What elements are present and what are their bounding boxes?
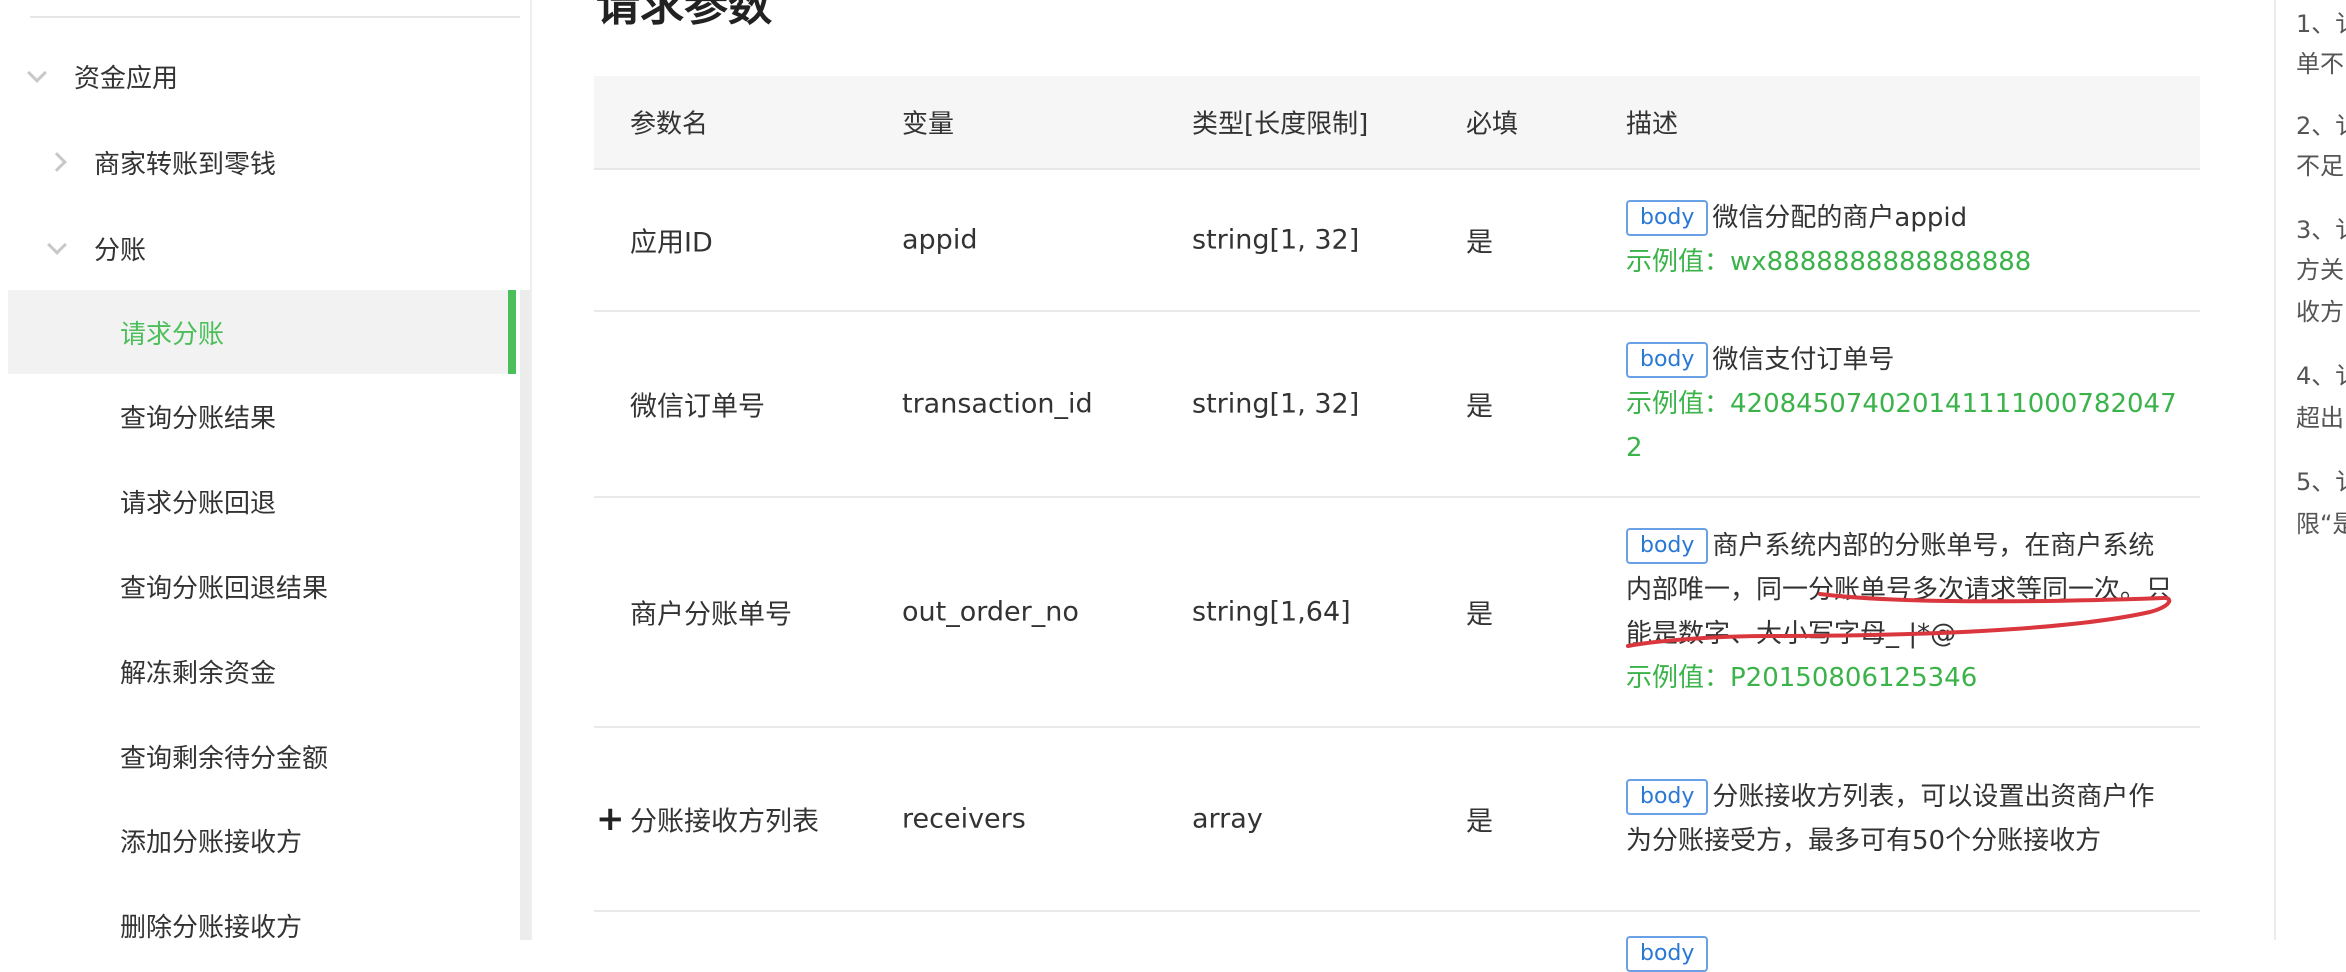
sidebar-active-highlight [8, 290, 516, 374]
note-line: 收方 [2296, 298, 2344, 326]
table-row: + 分账接收方列表 receivers array 是 body 分账接收方列表，… [594, 728, 2200, 912]
sidebar-item-query-remaining-amount[interactable]: 查询剩余待分金额 [120, 714, 328, 798]
param-description: body 分账接收方列表，可以设置出资商户作为分账接受方，最多可有50个分账接收方 [1626, 775, 2178, 863]
sidebar-item-label: 查询分账回退结果 [120, 573, 329, 604]
chevron-down-icon [47, 235, 67, 255]
body-badge: body [1626, 342, 1709, 378]
example-value: 示例值：4208450740201411110007820472 [1626, 389, 2177, 463]
param-name: 分账接收方列表 [630, 806, 819, 838]
column-header-variable: 变量 [902, 109, 955, 140]
note-line: 不足 [2296, 152, 2344, 180]
sidebar-item-label: 请求分账 [120, 319, 225, 350]
body-badge: body [1626, 200, 1709, 236]
example-value: 示例值：P20150806125346 [1626, 663, 1978, 693]
sidebar-item-unfreeze-funds[interactable]: 解冻剩余资金 [120, 629, 276, 713]
sidebar-item-profit-sharing[interactable]: 分账 [47, 206, 147, 290]
right-rail-divider [2274, 0, 2276, 940]
param-description: body 微信分配的商户appid 示例值：wx8888888888888888 [1626, 196, 2178, 284]
param-name: 应用ID [630, 227, 713, 259]
note-line: 方关 [2296, 256, 2344, 284]
note-line: 2、讠 [2296, 112, 2346, 140]
expand-plus-icon[interactable]: + [596, 799, 625, 839]
example-value: 示例值：wx8888888888888888 [1626, 247, 2032, 277]
sidebar-item-fund-apps[interactable]: 资金应用 [27, 34, 179, 118]
param-type: string[1, 32] [1192, 224, 1360, 256]
param-variable: receivers [902, 803, 1026, 835]
sidebar-item-label: 删除分账接收方 [120, 912, 303, 943]
params-table: 参数名 变量 类型[长度限制] 必填 描述 应用ID appid string[… [594, 76, 2200, 972]
param-description: body 商户系统内部的分账单号，在商户系统内部唯一，同一分账单号多次请求等同一次… [1626, 524, 2178, 700]
note-line: 超出 [2296, 404, 2344, 432]
body-badge: body [1626, 936, 1709, 972]
param-type: string[1, 32] [1192, 388, 1360, 420]
sidebar-item-query-split-result[interactable]: 查询分账结果 [120, 374, 276, 458]
chevron-right-icon [47, 152, 67, 172]
note-line: 5、讠 [2296, 468, 2346, 496]
column-header-description: 描述 [1626, 109, 1679, 140]
body-badge: body [1626, 779, 1709, 815]
description-text: 微信支付订单号 [1712, 345, 1895, 375]
param-description: body 微信支付订单号 示例值：420845074020141111000782… [1626, 338, 2178, 470]
column-header-required: 必填 [1466, 109, 1519, 140]
page-title: 请求参数 [596, 0, 772, 31]
param-required: 是 [1466, 806, 1493, 838]
param-name: 商户分账单号 [630, 599, 792, 631]
sidebar-divider [30, 16, 520, 18]
table-row: 应用ID appid string[1, 32] 是 body 微信分配的商户ap… [594, 170, 2200, 312]
table-row: body [594, 912, 2200, 972]
sidebar-item-query-return-result[interactable]: 查询分账回退结果 [120, 544, 328, 628]
body-badge: body [1626, 528, 1709, 564]
table-row: 微信订单号 transaction_id string[1, 32] 是 bod… [594, 312, 2200, 498]
param-variable: appid [902, 224, 978, 256]
sidebar-item-label: 解冻剩余资金 [120, 658, 277, 689]
note-line: 限“是 [2296, 510, 2346, 538]
sidebar-item-label: 添加分账接收方 [120, 827, 303, 858]
param-variable: transaction_id [902, 388, 1093, 420]
column-header-type: 类型[长度限制] [1192, 109, 1369, 140]
param-type: array [1192, 803, 1263, 835]
chevron-down-icon [27, 63, 47, 83]
note-line: 1、讠 [2296, 10, 2346, 38]
sidebar-border [530, 0, 532, 940]
sidebar-scrollbar[interactable] [520, 290, 530, 940]
sidebar-active-indicator [508, 290, 516, 374]
note-line: 3、讠 [2296, 216, 2346, 244]
sidebar-item-delete-receiver[interactable]: 删除分账接收方 [120, 883, 302, 967]
note-line: 4、讠 [2296, 362, 2346, 390]
sidebar-item-label: 查询剩余待分金额 [120, 743, 329, 774]
description-text: 微信分配的商户appid [1712, 203, 1968, 233]
param-required: 是 [1466, 227, 1493, 259]
param-required: 是 [1466, 599, 1493, 631]
sidebar-item-request-split-return[interactable]: 请求分账回退 [120, 459, 276, 543]
param-variable: out_order_no [902, 596, 1079, 628]
note-line: 单不 [2296, 50, 2344, 78]
param-required: 是 [1466, 391, 1493, 423]
sidebar-item-label: 请求分账回退 [120, 488, 277, 519]
table-header: 参数名 变量 类型[长度限制] 必填 描述 [594, 76, 2200, 170]
column-header-name: 参数名 [630, 109, 709, 140]
sidebar-item-label: 商家转账到零钱 [94, 149, 277, 180]
sidebar-item-label: 分账 [94, 235, 147, 266]
sidebar-nav: 资金应用 商家转账到零钱 分账 请求分账 查询分账结果 请求分账回退 查询分账回… [0, 0, 530, 943]
sidebar-item-label: 查询分账结果 [120, 403, 277, 434]
param-type: string[1,64] [1192, 596, 1351, 628]
sidebar-item-request-split[interactable]: 请求分账 [120, 290, 224, 374]
sidebar-item-label: 资金应用 [74, 63, 179, 94]
param-name: 微信订单号 [630, 391, 765, 423]
sidebar-item-merchant-transfer[interactable]: 商家转账到零钱 [47, 120, 277, 204]
sidebar-item-add-receiver[interactable]: 添加分账接收方 [120, 798, 302, 882]
table-row: 商户分账单号 out_order_no string[1,64] 是 body 商… [594, 498, 2200, 728]
param-description: body [1626, 936, 1712, 972]
